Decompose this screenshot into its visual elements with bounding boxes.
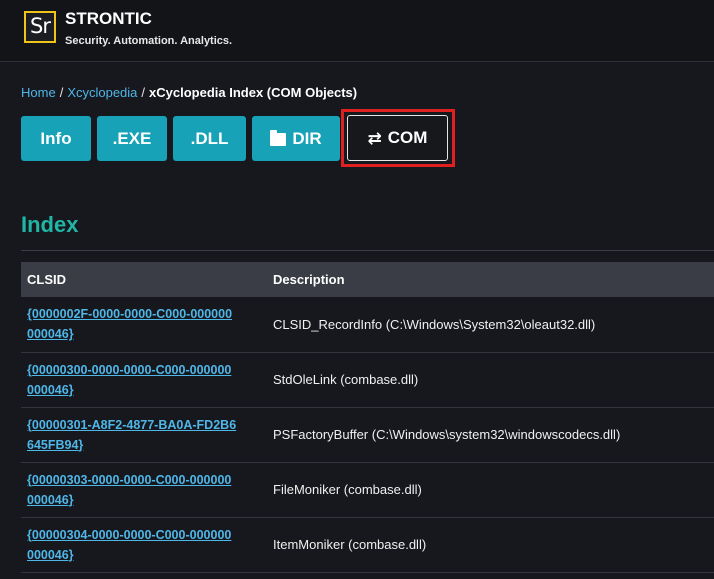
breadcrumb-xcyclopedia-link[interactable]: Xcyclopedia — [67, 85, 137, 100]
clsid-link-part1: {00000300-0000-0000-C000- — [27, 362, 190, 377]
description-cell: FileMoniker (combase.dll) — [267, 462, 714, 518]
top-navbar: Sr STRONTIC Security. Automation. Analyt… — [0, 0, 714, 62]
table-row: {00000301-A8F2-4877-BA0A-FD2B6645FB94} P… — [21, 407, 714, 463]
description-cell: CLSID_RecordInfo (C:\Windows\System32\ol… — [267, 297, 714, 353]
clsid-link-part1: {00000304-0000-0000-C000- — [27, 527, 190, 542]
clsid-link[interactable]: {00000303-0000-0000-C000-000000000046} — [27, 470, 237, 510]
description-cell: ItemMoniker (combase.dll) — [267, 517, 714, 573]
dll-button-label: .DLL — [190, 128, 229, 148]
column-header-description: Description — [267, 262, 714, 297]
brand-tagline: Security. Automation. Analytics. — [65, 35, 233, 47]
column-header-clsid: CLSID — [21, 262, 267, 297]
section-divider — [21, 250, 714, 251]
com-button-label: COM — [387, 128, 428, 147]
clsid-link-part1: {00000303-0000-0000-C000- — [27, 472, 190, 487]
breadcrumb-home-link[interactable]: Home — [21, 85, 56, 100]
breadcrumb-separator: / — [141, 85, 146, 100]
table-row: {00000303-0000-0000-C000-000000000046} F… — [21, 462, 714, 518]
breadcrumb-current: xCyclopedia Index (COM Objects) — [149, 85, 358, 100]
breadcrumb-separator: / — [59, 85, 64, 100]
clsid-cell: {0000002F-0000-0000-C000-000000000046} — [21, 297, 267, 353]
description-cell: PSFactoryBuffer (C:\Windows\system32\win… — [267, 407, 714, 463]
clsid-cell: {00000304-0000-0000-C000-000000000046} — [21, 517, 267, 573]
description-cell: StdOleLink (combase.dll) — [267, 352, 714, 408]
clsid-link[interactable]: {00000300-0000-0000-C000-000000000046} — [27, 360, 237, 400]
clsid-link[interactable]: {00000301-A8F2-4877-BA0A-FD2B6645FB94} — [27, 415, 237, 455]
section-title-index: Index — [21, 212, 79, 237]
table-row: {00000304-0000-0000-C000-000000000046} I… — [21, 517, 714, 573]
folder-icon — [270, 130, 287, 146]
dll-button[interactable]: .DLL — [173, 116, 246, 161]
info-button-label: Info — [40, 128, 72, 148]
strontic-logo[interactable]: Sr — [24, 11, 56, 43]
exe-button[interactable]: .EXE — [97, 116, 167, 161]
dir-button-label: DIR — [292, 128, 322, 148]
table-header-row: CLSID Description — [21, 262, 714, 297]
clsid-link-part1: {0000002F-0000-0000-C000- — [27, 307, 191, 322]
table-row: {0000002F-0000-0000-C000-000000000046} C… — [21, 297, 714, 353]
breadcrumb: Home / Xcyclopedia / xCyclopedia Index (COM … — [21, 85, 357, 100]
clsid-link[interactable]: {00000304-0000-0000-C000-000000000046} — [27, 525, 237, 565]
clsid-cell: {00000300-0000-0000-C000-000000000046} — [21, 352, 267, 408]
info-button[interactable]: Info — [21, 116, 91, 161]
clsid-link[interactable]: {0000002F-0000-0000-C000-000000000046} — [27, 304, 237, 344]
com-objects-table: CLSID Description {0000002F-0000-0000-C0… — [21, 262, 714, 573]
arrows-exchange-icon: ⇄ — [367, 128, 382, 148]
exe-button-label: .EXE — [112, 128, 152, 148]
clsid-cell: {00000301-A8F2-4877-BA0A-FD2B6645FB94} — [21, 407, 267, 463]
dir-button[interactable]: DIR — [252, 116, 340, 161]
clsid-link-part1: {00000301-A8F2-4877-BA0A- — [27, 417, 197, 432]
com-button[interactable]: ⇄ COM — [347, 115, 448, 161]
table-row: {00000300-0000-0000-C000-000000000046} S… — [21, 352, 714, 408]
brand-name[interactable]: STRONTIC — [65, 9, 152, 29]
clsid-cell: {00000303-0000-0000-C000-000000000046} — [21, 462, 267, 518]
